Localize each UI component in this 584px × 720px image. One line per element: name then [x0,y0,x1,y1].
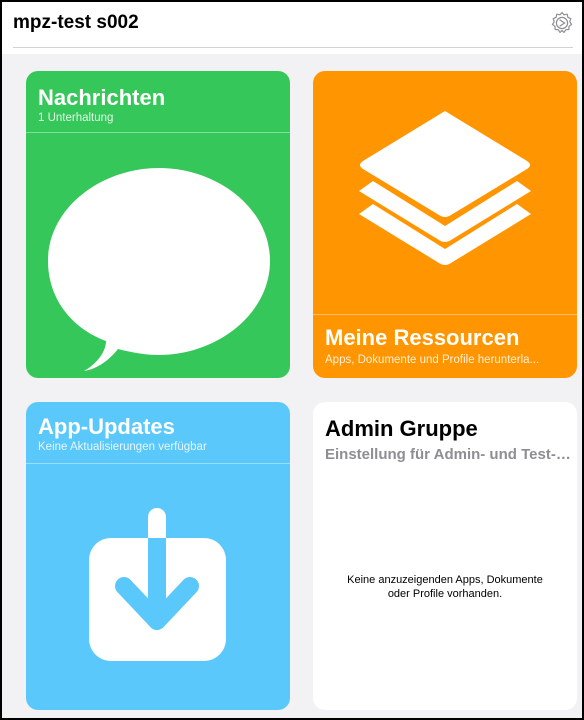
gear-icon[interactable] [550,11,574,35]
tile-updates[interactable]: App-Updates Keine Aktualisierungen verfü… [26,402,290,710]
tile-resources[interactable]: Meine Ressourcen Apps, Dokumente und Pro… [313,71,577,378]
tile-messages[interactable]: Nachrichten 1 Unterhaltung [26,71,290,378]
speech-bubble-icon [48,168,270,371]
page-title: mpz-test s002 [13,12,139,33]
app-window: mpz-test s002 Nachrichten 1 Unterhaltung… [0,0,584,720]
tile-resources-subtitle: Apps, Dokumente und Profile herunterla..… [325,354,540,366]
download-icon [89,508,226,661]
tile-messages-title: Nachrichten [38,85,166,110]
tile-updates-title: App-Updates [38,414,175,439]
tile-resources-title: Meine Ressourcen [325,325,520,350]
header: mpz-test s002 [2,2,582,54]
empty-state-line-1: Keine anzuzeigenden Apps, Dokumente [347,574,543,586]
tile-admin-title: Admin Gruppe [325,416,478,441]
tile-admin-subtitle: Einstellung für Admin- und Test-A... [325,446,571,463]
tile-messages-subtitle: 1 Unterhaltung [38,112,114,124]
tile-admin-group[interactable]: Admin Gruppe Einstellung für Admin- und … [313,402,577,710]
empty-state-line-2: oder Profile vorhanden. [387,588,503,600]
empty-state-message: Keine anzuzeigenden Apps, Dokumente oder… [323,573,567,601]
layers-icon [359,111,531,265]
tile-resources-divider [313,314,577,315]
tile-updates-subtitle: Keine Aktualisierungen verfügbar [38,441,207,453]
header-divider [13,47,573,48]
